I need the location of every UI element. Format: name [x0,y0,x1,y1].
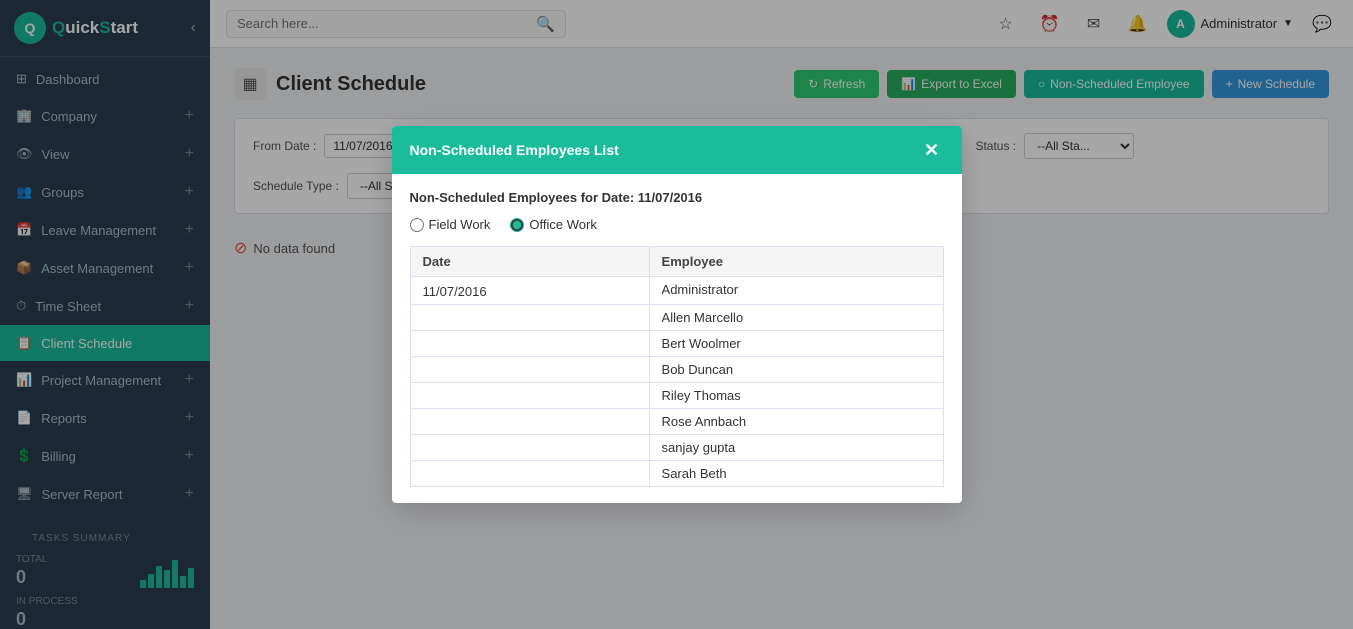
modal-overlay[interactable]: Non-Scheduled Employees List ✕ Non-Sched… [0,0,1353,629]
employee-name-cell: Bert Woolmer [649,331,943,357]
employee-date-cell [410,331,649,357]
field-work-label: Field Work [429,217,491,232]
field-work-radio-label[interactable]: Field Work [410,217,491,232]
table-row: sanjay gupta [410,435,943,461]
employee-date-cell [410,383,649,409]
table-row: Sarah Beth [410,461,943,487]
employee-name-cell: Riley Thomas [649,383,943,409]
modal-dialog: Non-Scheduled Employees List ✕ Non-Sched… [392,126,962,503]
office-work-label: Office Work [529,217,596,232]
employee-name-cell: sanjay gupta [649,435,943,461]
table-row: Bert Woolmer [410,331,943,357]
employee-date-cell [410,305,649,331]
employee-date-cell [410,461,649,487]
office-work-radio[interactable] [510,218,524,232]
table-row: Allen Marcello [410,305,943,331]
table-row: Riley Thomas [410,383,943,409]
modal-header: Non-Scheduled Employees List ✕ [392,126,962,174]
table-row: Rose Annbach [410,409,943,435]
employees-table: Date Employee 11/07/2016AdministratorAll… [410,246,944,487]
employee-name-cell: Rose Annbach [649,409,943,435]
table-row: Bob Duncan [410,357,943,383]
table-row: 11/07/2016Administrator [410,277,943,305]
office-work-radio-label[interactable]: Office Work [510,217,596,232]
employee-column-header: Employee [649,247,943,277]
employee-name-cell: Bob Duncan [649,357,943,383]
modal-body: Non-Scheduled Employees for Date: 11/07/… [392,174,962,503]
work-type-radio-group: Field Work Office Work [410,217,944,232]
employee-name-cell: Administrator [649,277,943,305]
employee-date-cell: 11/07/2016 [410,277,649,305]
modal-title: Non-Scheduled Employees List [410,142,619,158]
employee-name-cell: Sarah Beth [649,461,943,487]
date-column-header: Date [410,247,649,277]
modal-close-button[interactable]: ✕ [920,138,944,162]
modal-subtitle: Non-Scheduled Employees for Date: 11/07/… [410,190,944,205]
employee-name-cell: Allen Marcello [649,305,943,331]
employee-date-cell [410,409,649,435]
employee-date-cell [410,357,649,383]
field-work-radio[interactable] [410,218,424,232]
employee-date-cell [410,435,649,461]
